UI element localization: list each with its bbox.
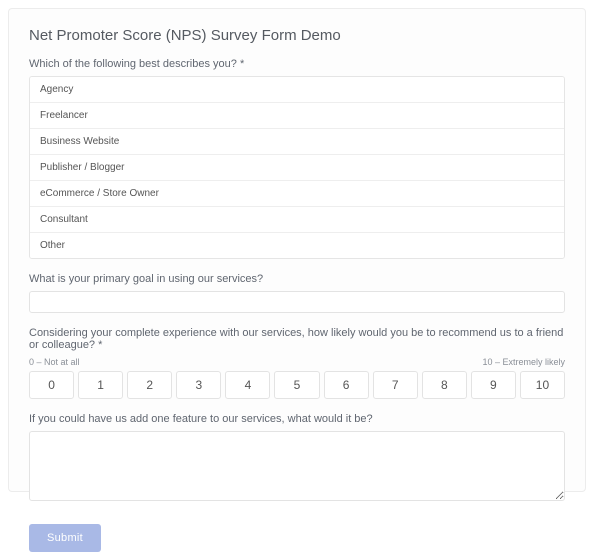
q1-option[interactable]: eCommerce / Store Owner xyxy=(30,181,564,207)
q3-label: Considering your complete experience wit… xyxy=(29,327,565,351)
q3-scale-item[interactable]: 5 xyxy=(274,371,319,399)
q1-option[interactable]: Freelancer xyxy=(30,103,564,129)
q1-option[interactable]: Consultant xyxy=(30,207,564,233)
q3-scale-item[interactable]: 4 xyxy=(225,371,270,399)
q1-label: Which of the following best describes yo… xyxy=(29,58,565,70)
q3-scale-item[interactable]: 1 xyxy=(78,371,123,399)
q3-scale-item[interactable]: 2 xyxy=(127,371,172,399)
q3-scale-item[interactable]: 6 xyxy=(324,371,369,399)
q1-option[interactable]: Agency xyxy=(30,77,564,103)
q1-options: Agency Freelancer Business Website Publi… xyxy=(29,76,565,259)
q2-input[interactable] xyxy=(29,291,565,313)
q3-scale-item[interactable]: 10 xyxy=(520,371,565,399)
q3-scale-item[interactable]: 3 xyxy=(176,371,221,399)
q2-label: What is your primary goal in using our s… xyxy=(29,273,565,285)
q3-scale-labels: 0 – Not at all 10 – Extremely likely xyxy=(29,357,565,367)
q3-scale-item[interactable]: 8 xyxy=(422,371,467,399)
survey-form-card: Net Promoter Score (NPS) Survey Form Dem… xyxy=(8,8,586,492)
q4-textarea[interactable] xyxy=(29,431,565,501)
q3-scale-item[interactable]: 0 xyxy=(29,371,74,399)
submit-button[interactable]: Submit xyxy=(29,524,101,552)
q3-scale: 0 1 2 3 4 5 6 7 8 9 10 xyxy=(29,371,565,399)
q1-option[interactable]: Publisher / Blogger xyxy=(30,155,564,181)
q3-low-label: 0 – Not at all xyxy=(29,357,80,367)
q3-scale-item[interactable]: 9 xyxy=(471,371,516,399)
q1-option[interactable]: Business Website xyxy=(30,129,564,155)
q3-high-label: 10 – Extremely likely xyxy=(482,357,565,367)
q1-option[interactable]: Other xyxy=(30,233,564,258)
form-title: Net Promoter Score (NPS) Survey Form Dem… xyxy=(29,27,565,44)
q3-scale-item[interactable]: 7 xyxy=(373,371,418,399)
q4-label: If you could have us add one feature to … xyxy=(29,413,565,425)
